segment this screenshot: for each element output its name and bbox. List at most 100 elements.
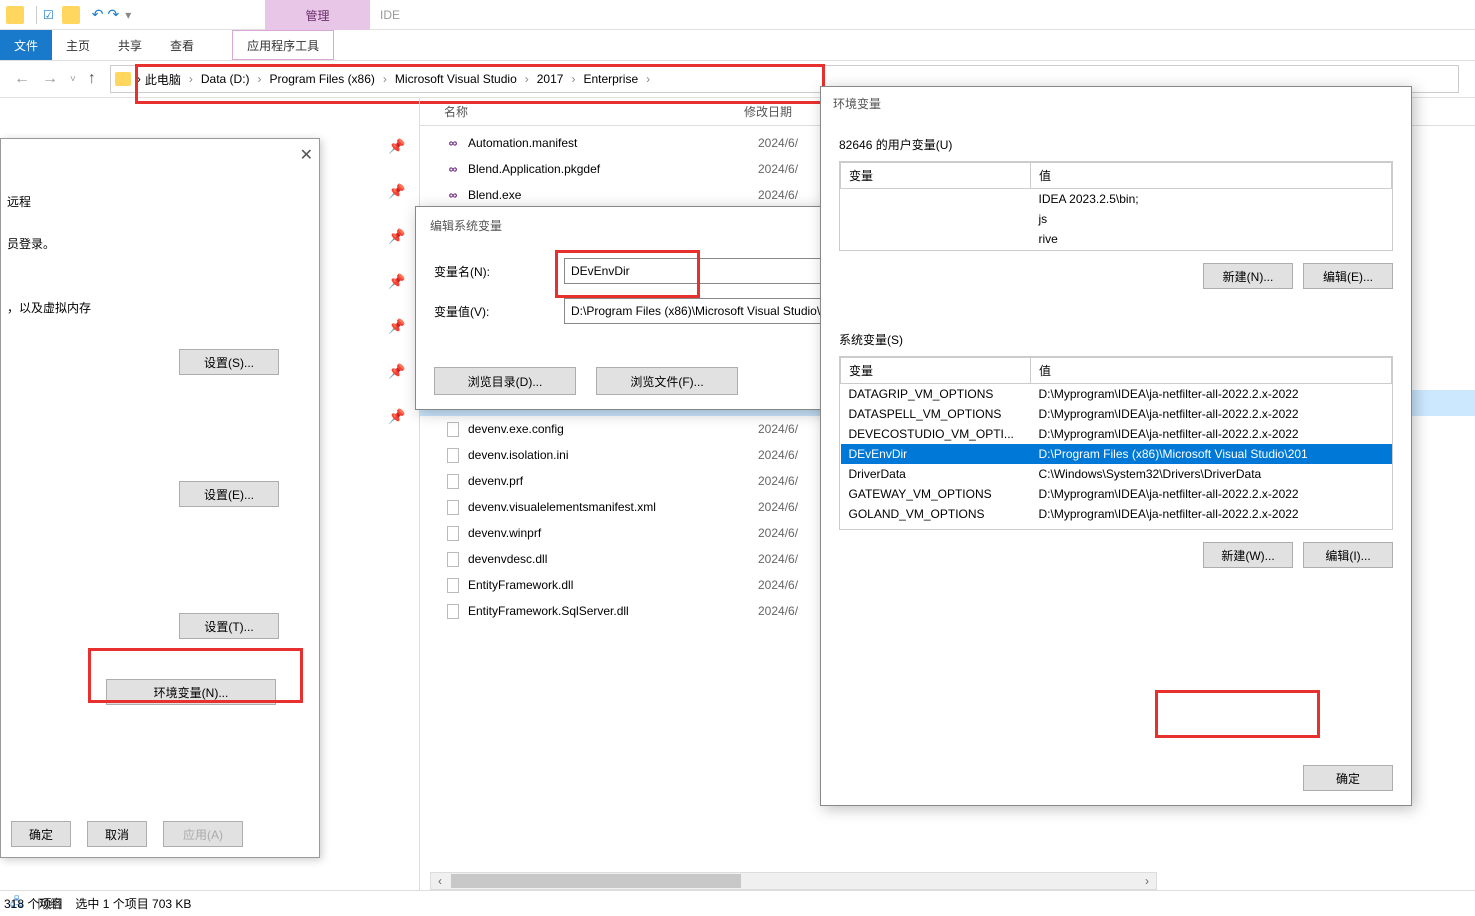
undo-icon[interactable]: ↶ xyxy=(92,6,104,23)
table-row[interactable]: rive xyxy=(841,229,1392,249)
env-vars-button[interactable]: 环境变量(N)... xyxy=(106,679,276,705)
ribbon: 文件 主页 共享 查看 应用程序工具 xyxy=(0,30,1475,60)
dropdown-icon[interactable]: ▾ xyxy=(125,8,131,22)
table-row[interactable]: DATAGRIP_VM_OPTIONSD:\Myprogram\IDEA\ja-… xyxy=(841,384,1392,405)
scrollbar-thumb[interactable] xyxy=(451,874,741,888)
table-row[interactable]: GATEWAY_VM_OPTIONSD:\Myprogram\IDEA\ja-n… xyxy=(841,484,1392,504)
settings-e-button[interactable]: 设置(E)... xyxy=(179,481,279,507)
column-modified[interactable]: 修改日期 xyxy=(744,103,792,120)
chevron-right-icon[interactable]: › xyxy=(571,72,575,86)
horizontal-scrollbar[interactable]: ‹ › xyxy=(430,872,1157,890)
table-row[interactable]: DEvEnvDirD:\Program Files (x86)\Microsof… xyxy=(841,444,1392,464)
window-title-suffix: IDE xyxy=(380,8,400,22)
new-button[interactable]: 新建(N)... xyxy=(1203,263,1293,289)
sys-vars-table[interactable]: 变量 值 DATAGRIP_VM_OPTIONSD:\Myprogram\IDE… xyxy=(839,356,1393,530)
settings-t-button[interactable]: 设置(T)... xyxy=(179,613,279,639)
apply-button[interactable]: 应用(A) xyxy=(163,821,243,847)
col-value[interactable]: 值 xyxy=(1031,163,1392,189)
pin-icon[interactable]: 📌 xyxy=(388,363,405,380)
up-icon[interactable]: ↑ xyxy=(82,70,102,88)
new-button[interactable]: 新建(W)... xyxy=(1203,542,1293,568)
breadcrumb-segment[interactable]: 2017 xyxy=(533,72,568,86)
col-variable[interactable]: 变量 xyxy=(841,358,1031,384)
browse-dir-button[interactable]: 浏览目录(D)... xyxy=(434,367,576,395)
quick-access-pins: 📌 📌 📌 📌 📌 📌 📌 xyxy=(388,138,405,425)
file-date: 2024/6/ xyxy=(758,578,798,592)
left-area: 📌 📌 📌 📌 📌 📌 📌 ✕ 远程 员登录。 ，以及虚拟内存 设置(S)...… xyxy=(0,98,420,890)
table-row[interactable]: IDEA 2023.2.5\bin; xyxy=(841,189,1392,210)
var-value-cell: IDEA 2023.2.5\bin; xyxy=(1031,189,1392,210)
ok-button[interactable]: 确定 xyxy=(1303,765,1393,791)
edit-button[interactable]: 编辑(E)... xyxy=(1303,263,1393,289)
table-row[interactable]: js xyxy=(841,209,1392,229)
breadcrumb-segment[interactable]: Microsoft Visual Studio xyxy=(391,72,521,86)
redo-icon[interactable]: ↷ xyxy=(108,6,120,23)
pin-icon[interactable]: 📌 xyxy=(388,183,405,200)
status-counts: 318 个项目 选中 1 个项目 703 KB xyxy=(4,895,191,912)
var-name-label: 变量名(N): xyxy=(434,263,564,280)
var-name-cell xyxy=(841,189,1031,210)
chevron-right-icon[interactable]: › xyxy=(525,72,529,86)
table-row[interactable]: DATASPELL_VM_OPTIONSD:\Myprogram\IDEA\ja… xyxy=(841,404,1392,424)
selection-info: 选中 1 个项目 703 KB xyxy=(75,895,191,912)
ok-button[interactable]: 确定 xyxy=(11,821,71,847)
close-icon[interactable]: ✕ xyxy=(300,145,313,165)
tab-view[interactable]: 查看 xyxy=(156,30,208,60)
file-type-icon xyxy=(444,524,462,542)
tab-file[interactable]: 文件 xyxy=(0,30,52,60)
pin-icon[interactable]: 📌 xyxy=(388,228,405,245)
breadcrumb-segment[interactable]: 此电脑 xyxy=(141,71,185,88)
pin-icon[interactable]: 📌 xyxy=(388,408,405,425)
scroll-left-icon[interactable]: ‹ xyxy=(431,874,449,888)
column-name[interactable]: 名称 xyxy=(444,103,744,120)
file-date: 2024/6/ xyxy=(758,500,798,514)
breadcrumb-segment[interactable]: Data (D:) xyxy=(197,72,254,86)
chevron-right-icon[interactable]: › xyxy=(189,72,193,86)
scroll-right-icon[interactable]: › xyxy=(1138,874,1156,888)
var-value-cell: D:\Myprogram\IDEA\ja-netfilter-all-2022.… xyxy=(1031,384,1392,405)
browse-file-button[interactable]: 浏览文件(F)... xyxy=(596,367,738,395)
file-name: devenv.visualelementsmanifest.xml xyxy=(468,500,758,514)
file-type-icon xyxy=(444,602,462,620)
var-value-cell: js xyxy=(1031,209,1392,229)
chevron-right-icon[interactable]: › xyxy=(383,72,387,86)
pin-icon[interactable]: 📌 xyxy=(388,273,405,290)
table-row[interactable]: GOLAND_VM_OPTIONSD:\Myprogram\IDEA\ja-ne… xyxy=(841,504,1392,524)
col-value[interactable]: 值 xyxy=(1031,358,1392,384)
tab-app-tools[interactable]: 应用程序工具 xyxy=(232,30,334,60)
cancel-button[interactable]: 取消 xyxy=(87,821,147,847)
tab-home[interactable]: 主页 xyxy=(52,30,104,60)
var-name-cell xyxy=(841,229,1031,249)
var-name-cell xyxy=(841,209,1031,229)
back-icon[interactable]: ← xyxy=(8,70,36,88)
recent-dropdown-icon[interactable]: ˅ xyxy=(64,74,82,85)
pin-icon[interactable]: 📌 xyxy=(388,318,405,335)
file-name: EntityFramework.SqlServer.dll xyxy=(468,604,758,618)
file-name: EntityFramework.dll xyxy=(468,578,758,592)
file-type-icon xyxy=(444,498,462,516)
edit-button[interactable]: 编辑(I)... xyxy=(1303,542,1393,568)
divider xyxy=(36,6,37,24)
folder-icon xyxy=(115,72,131,86)
user-vars-label: 82646 的用户变量(U) xyxy=(839,136,1393,153)
forward-icon[interactable]: → xyxy=(36,70,64,88)
var-value-cell: D:\Myprogram\IDEA\ja-netfilter-all-2022.… xyxy=(1031,424,1392,444)
file-type-icon: ∞ xyxy=(444,134,462,152)
checkbox-icon[interactable]: ☑ xyxy=(43,8,54,22)
settings-s-button[interactable]: 设置(S)... xyxy=(179,349,279,375)
file-date: 2024/6/ xyxy=(758,448,798,462)
breadcrumb-segment[interactable]: Program Files (x86) xyxy=(266,72,379,86)
chevron-right-icon[interactable]: › xyxy=(258,72,262,86)
status-bar: 🖧 网络 xyxy=(0,890,1475,916)
file-name: devenvdesc.dll xyxy=(468,552,758,566)
col-variable[interactable]: 变量 xyxy=(841,163,1031,189)
breadcrumb-segment[interactable]: Enterprise xyxy=(579,72,642,86)
chevron-right-icon[interactable]: › xyxy=(646,72,650,86)
table-row[interactable]: DriverDataC:\Windows\System32\Drivers\Dr… xyxy=(841,464,1392,484)
tab-share[interactable]: 共享 xyxy=(104,30,156,60)
user-vars-table[interactable]: 变量 值 IDEA 2023.2.5\bin;jsrive xyxy=(839,161,1393,251)
pin-icon[interactable]: 📌 xyxy=(388,138,405,155)
file-type-icon: ∞ xyxy=(444,186,462,204)
file-name: devenv.isolation.ini xyxy=(468,448,758,462)
table-row[interactable]: DEVECOSTUDIO_VM_OPTI...D:\Myprogram\IDEA… xyxy=(841,424,1392,444)
